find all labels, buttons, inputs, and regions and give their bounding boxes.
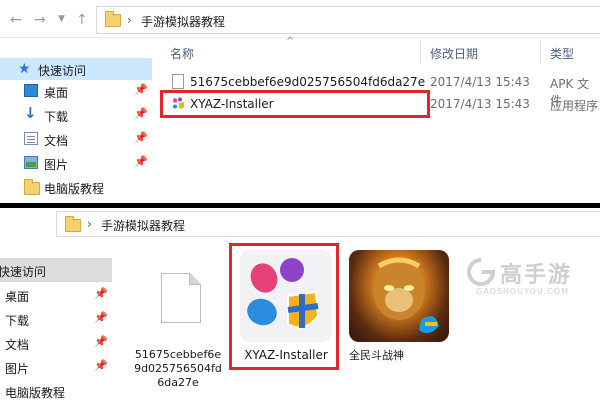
document-icon	[24, 132, 38, 145]
sidebar-item-desktop[interactable]: 桌面 📌	[0, 80, 152, 102]
sidebar-item-documents[interactable]: 文档 📌	[0, 331, 112, 355]
sidebar-item-documents[interactable]: 文档 📌	[0, 128, 152, 150]
star-icon: ★	[18, 61, 31, 77]
sidebar-item-pc-tutorials[interactable]: 电脑版教程	[0, 176, 152, 198]
pin-icon[interactable]: 📌	[94, 311, 108, 324]
sidebar-item-label: 快速访问	[0, 265, 47, 279]
blank-file-icon	[172, 74, 184, 89]
dropdown-icon[interactable]: ▼	[58, 14, 65, 24]
column-divider[interactable]	[540, 40, 541, 64]
file-date: 2017/4/13 15:43	[430, 97, 530, 111]
pin-icon[interactable]: 📌	[134, 131, 148, 144]
picture-icon	[24, 156, 38, 169]
chevron-right-icon[interactable]: ›	[127, 13, 132, 27]
watermark-brand: 高手游	[500, 263, 573, 288]
watermark-domain: GAOSHOUYOU.COM	[476, 287, 570, 296]
up-arrow-icon[interactable]: ↑	[76, 12, 88, 28]
watermark: 高手游 GAOSHOUYOU.COM	[466, 255, 586, 301]
sidebar-item-label: 图片	[5, 362, 30, 376]
folder-icon	[105, 11, 121, 27]
sort-ascending-icon[interactable]: ^	[286, 36, 294, 47]
blank-file-icon[interactable]	[161, 273, 201, 323]
file-name-line: 51675cebbef6e	[134, 348, 222, 361]
brand-logo-icon	[467, 258, 496, 286]
sidebar-item-pc-tutorials[interactable]: 电脑版教程	[0, 379, 112, 400]
file-date: 2017/4/13 15:43	[430, 75, 530, 89]
pin-icon[interactable]: 📌	[134, 155, 148, 168]
forward-arrow-icon[interactable]: →	[34, 12, 46, 28]
column-header-type[interactable]: 类型	[550, 45, 574, 62]
breadcrumb-folder[interactable]: 手游模拟器教程	[141, 13, 225, 30]
chevron-right-icon[interactable]: ›	[87, 217, 92, 231]
file-name-line: 9d025756504fd	[134, 362, 222, 375]
folder-icon	[24, 179, 40, 195]
sidebar-item-label: 图片	[44, 158, 69, 172]
sidebar-item-downloads[interactable]: ↓ 下载 📌	[0, 104, 152, 126]
column-divider[interactable]	[420, 40, 421, 64]
sidebar-item-downloads[interactable]: 下载 📌	[0, 307, 112, 331]
highlight-box	[160, 90, 430, 118]
breadcrumb-folder[interactable]: 手游模拟器教程	[101, 217, 185, 234]
folder-icon	[65, 216, 81, 232]
column-header-name[interactable]: 名称	[170, 45, 194, 62]
desktop-icon	[24, 84, 38, 97]
sidebar-item-quick-access[interactable]: 快速访问	[0, 258, 112, 282]
explorer-details-window: ← → ▼ ↑ › 手游模拟器教程 ★ 快速访问 桌面 📌 ↓ 下载 📌 文档 …	[0, 0, 600, 203]
address-bar[interactable]: › 手游模拟器教程	[56, 211, 600, 237]
highlight-box	[229, 243, 339, 370]
pin-icon[interactable]: 📌	[94, 335, 108, 348]
sidebar-item-desktop[interactable]: 桌面 📌	[0, 283, 112, 307]
sidebar-item-quick-access[interactable]: ★ 快速访问	[0, 58, 152, 80]
sidebar-item-label: 电脑版教程	[5, 386, 66, 400]
monkey-king-icon	[373, 257, 439, 334]
sidebar-item-label: 下载	[5, 314, 30, 328]
file-tile-label[interactable]: 51675cebbef6e 9d025756504fd 6da27e	[128, 348, 228, 390]
game-app-icon[interactable]	[349, 250, 449, 342]
sidebar-item-pictures[interactable]: 图片 📌	[0, 152, 152, 174]
sidebar-item-label: 快速访问	[38, 64, 87, 78]
file-name-line: 6da27e	[157, 376, 199, 389]
back-arrow-icon[interactable]: ←	[10, 12, 22, 28]
pin-icon[interactable]: 📌	[134, 83, 148, 96]
address-bar[interactable]: › 手游模拟器教程	[96, 6, 600, 34]
sidebar-item-label: 桌面	[5, 290, 30, 304]
sidebar-item-label: 电脑版教程	[44, 182, 105, 196]
pin-icon[interactable]: 📌	[134, 107, 148, 120]
sidebar-item-label: 桌面	[44, 86, 69, 100]
pin-icon[interactable]: 📌	[94, 287, 108, 300]
file-name: 51675cebbef6e9d025756504fd6da27e	[190, 75, 426, 89]
sidebar-item-label: 文档	[5, 338, 30, 352]
download-icon: ↓	[24, 104, 37, 122]
file-type: 应用程序	[550, 99, 599, 113]
address-bar-row: ← → ▼ ↑ › 手游模拟器教程	[0, 0, 600, 38]
pin-icon[interactable]: 📌	[94, 359, 108, 372]
game-tile-label[interactable]: 全民斗战神	[349, 349, 409, 363]
column-header-date[interactable]: 修改日期	[430, 45, 478, 62]
sidebar-item-label: 下载	[44, 110, 69, 124]
sidebar-item-pictures[interactable]: 图片 📌	[0, 355, 112, 379]
sidebar-item-label: 文档	[44, 134, 69, 148]
